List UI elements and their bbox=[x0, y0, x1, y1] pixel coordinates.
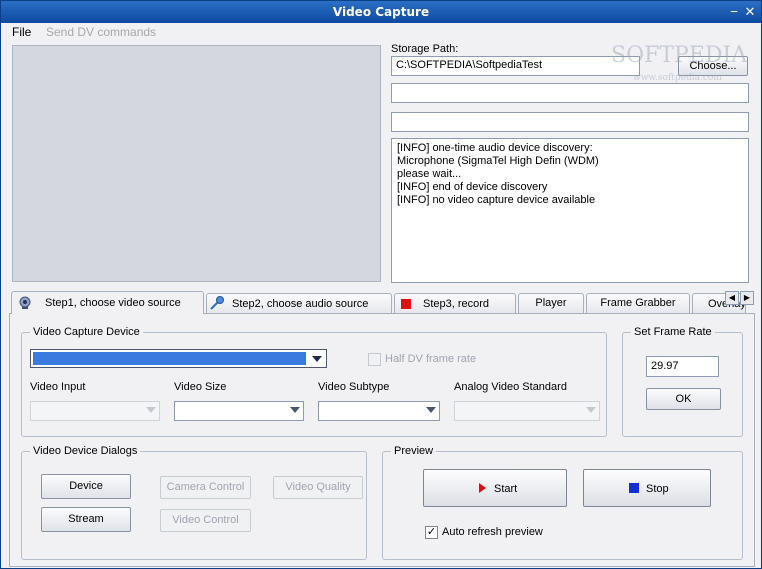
video-device-dialogs-group: Video Device Dialogs Device Stream Camer… bbox=[21, 445, 367, 560]
minimize-button[interactable]: − bbox=[727, 5, 741, 20]
chevron-down-icon bbox=[290, 407, 300, 413]
half-dv-label: Half DV frame rate bbox=[385, 353, 477, 365]
log-line: [INFO] no video capture device available bbox=[397, 194, 596, 206]
video-subtype-label: Video Subtype bbox=[318, 381, 390, 393]
tab-step3-record[interactable]: Step3, record bbox=[394, 293, 516, 313]
webcam-icon bbox=[19, 296, 31, 309]
storage-path-field[interactable]: C:\SOFTPEDIA\SoftpediaTest bbox=[391, 56, 640, 76]
video-preview-area bbox=[12, 45, 381, 282]
frame-rate-input[interactable]: 29.97 bbox=[646, 356, 719, 377]
selected-value-highlight bbox=[33, 352, 306, 365]
half-dv-checkbox[interactable] bbox=[368, 353, 381, 366]
video-size-select[interactable] bbox=[174, 401, 304, 421]
video-quality-button[interactable]: Video Quality bbox=[273, 476, 363, 499]
tab-scroll-left-icon[interactable]: ◀ bbox=[725, 291, 739, 305]
start-label: Start bbox=[494, 483, 518, 495]
video-capture-device-group: Video Capture Device Half DV frame rate … bbox=[21, 326, 607, 437]
watermark-url: www.softpedia.com bbox=[633, 73, 722, 83]
play-icon bbox=[479, 483, 486, 493]
log-line: Microphone (SigmaTel High Defin (WDM) bbox=[397, 155, 599, 167]
group-title: Preview bbox=[391, 445, 437, 457]
tab-scroll-right-icon[interactable]: ▶ bbox=[740, 291, 754, 305]
start-preview-button[interactable]: Start bbox=[423, 469, 567, 507]
auto-refresh-checkbox[interactable]: ✓ bbox=[425, 526, 438, 539]
tab-strip: Step1, choose video source Step2, choose… bbox=[9, 291, 759, 314]
close-button[interactable]: ✕ bbox=[743, 5, 757, 20]
tab-label: Player bbox=[535, 297, 567, 309]
stop-label: Stop bbox=[646, 483, 669, 495]
preview-group: Preview Start Stop ✓ Auto refresh previe… bbox=[382, 445, 743, 560]
group-title: Set Frame Rate bbox=[631, 326, 715, 338]
tab-player[interactable]: Player bbox=[518, 293, 584, 313]
tab-step2-audio-source[interactable]: Step2, choose audio source bbox=[206, 293, 392, 313]
status-field-1[interactable] bbox=[391, 83, 749, 103]
video-input-select[interactable] bbox=[30, 401, 160, 421]
title-bar: Video Capture − ✕ bbox=[1, 1, 761, 23]
storage-path-label: Storage Path: bbox=[391, 43, 459, 55]
app-window: Video Capture − ✕ File Send DV commands … bbox=[0, 0, 762, 569]
group-title: Video Capture Device bbox=[30, 326, 143, 338]
device-button[interactable]: Device bbox=[41, 474, 131, 499]
group-title: Video Device Dialogs bbox=[30, 445, 141, 457]
menu-send-dv-commands[interactable]: Send DV commands bbox=[46, 25, 156, 39]
tab-label: Frame Grabber bbox=[600, 297, 676, 309]
status-field-2[interactable] bbox=[391, 112, 749, 132]
video-input-label: Video Input bbox=[30, 381, 86, 393]
video-size-label: Video Size bbox=[174, 381, 227, 393]
tab-label: Step1, choose video source bbox=[45, 297, 181, 309]
chevron-down-icon bbox=[146, 407, 156, 413]
tab-label: Step2, choose audio source bbox=[232, 298, 369, 310]
analog-video-standard-select[interactable] bbox=[454, 401, 600, 421]
window-title: Video Capture bbox=[332, 5, 430, 19]
stop-icon bbox=[629, 483, 639, 493]
set-frame-rate-group: Set Frame Rate 29.97 OK bbox=[622, 326, 743, 437]
chevron-down-icon bbox=[426, 407, 436, 413]
record-icon bbox=[401, 299, 411, 309]
menu-file[interactable]: File bbox=[12, 25, 31, 39]
chevron-down-icon bbox=[586, 407, 596, 413]
tab-label: Step3, record bbox=[423, 298, 490, 310]
log-line: [INFO] end of device discovery bbox=[397, 181, 548, 193]
microphone-icon bbox=[210, 296, 224, 310]
video-control-button[interactable]: Video Control bbox=[160, 509, 251, 532]
stop-preview-button[interactable]: Stop bbox=[583, 469, 711, 507]
log-line: please wait... bbox=[397, 168, 462, 180]
tab-panel-step1: Video Capture Device Half DV frame rate … bbox=[9, 313, 755, 567]
camera-control-button[interactable]: Camera Control bbox=[160, 476, 251, 499]
log-line: [INFO] one-time audio device discovery: bbox=[397, 142, 593, 154]
stream-button[interactable]: Stream bbox=[41, 507, 131, 532]
frame-rate-ok-button[interactable]: OK bbox=[646, 388, 721, 410]
menu-bar: File Send DV commands bbox=[1, 23, 761, 41]
video-subtype-select[interactable] bbox=[318, 401, 440, 421]
chevron-down-icon bbox=[312, 356, 322, 362]
analog-video-standard-label: Analog Video Standard bbox=[454, 381, 567, 393]
watermark-logo: SOFTPEDIA bbox=[611, 43, 748, 68]
tab-frame-grabber[interactable]: Frame Grabber bbox=[586, 293, 690, 313]
video-device-select[interactable] bbox=[30, 349, 327, 368]
auto-refresh-label: Auto refresh preview bbox=[442, 526, 543, 538]
info-log: [INFO] one-time audio device discovery: … bbox=[391, 138, 749, 283]
tab-step1-video-source[interactable]: Step1, choose video source bbox=[11, 291, 204, 314]
